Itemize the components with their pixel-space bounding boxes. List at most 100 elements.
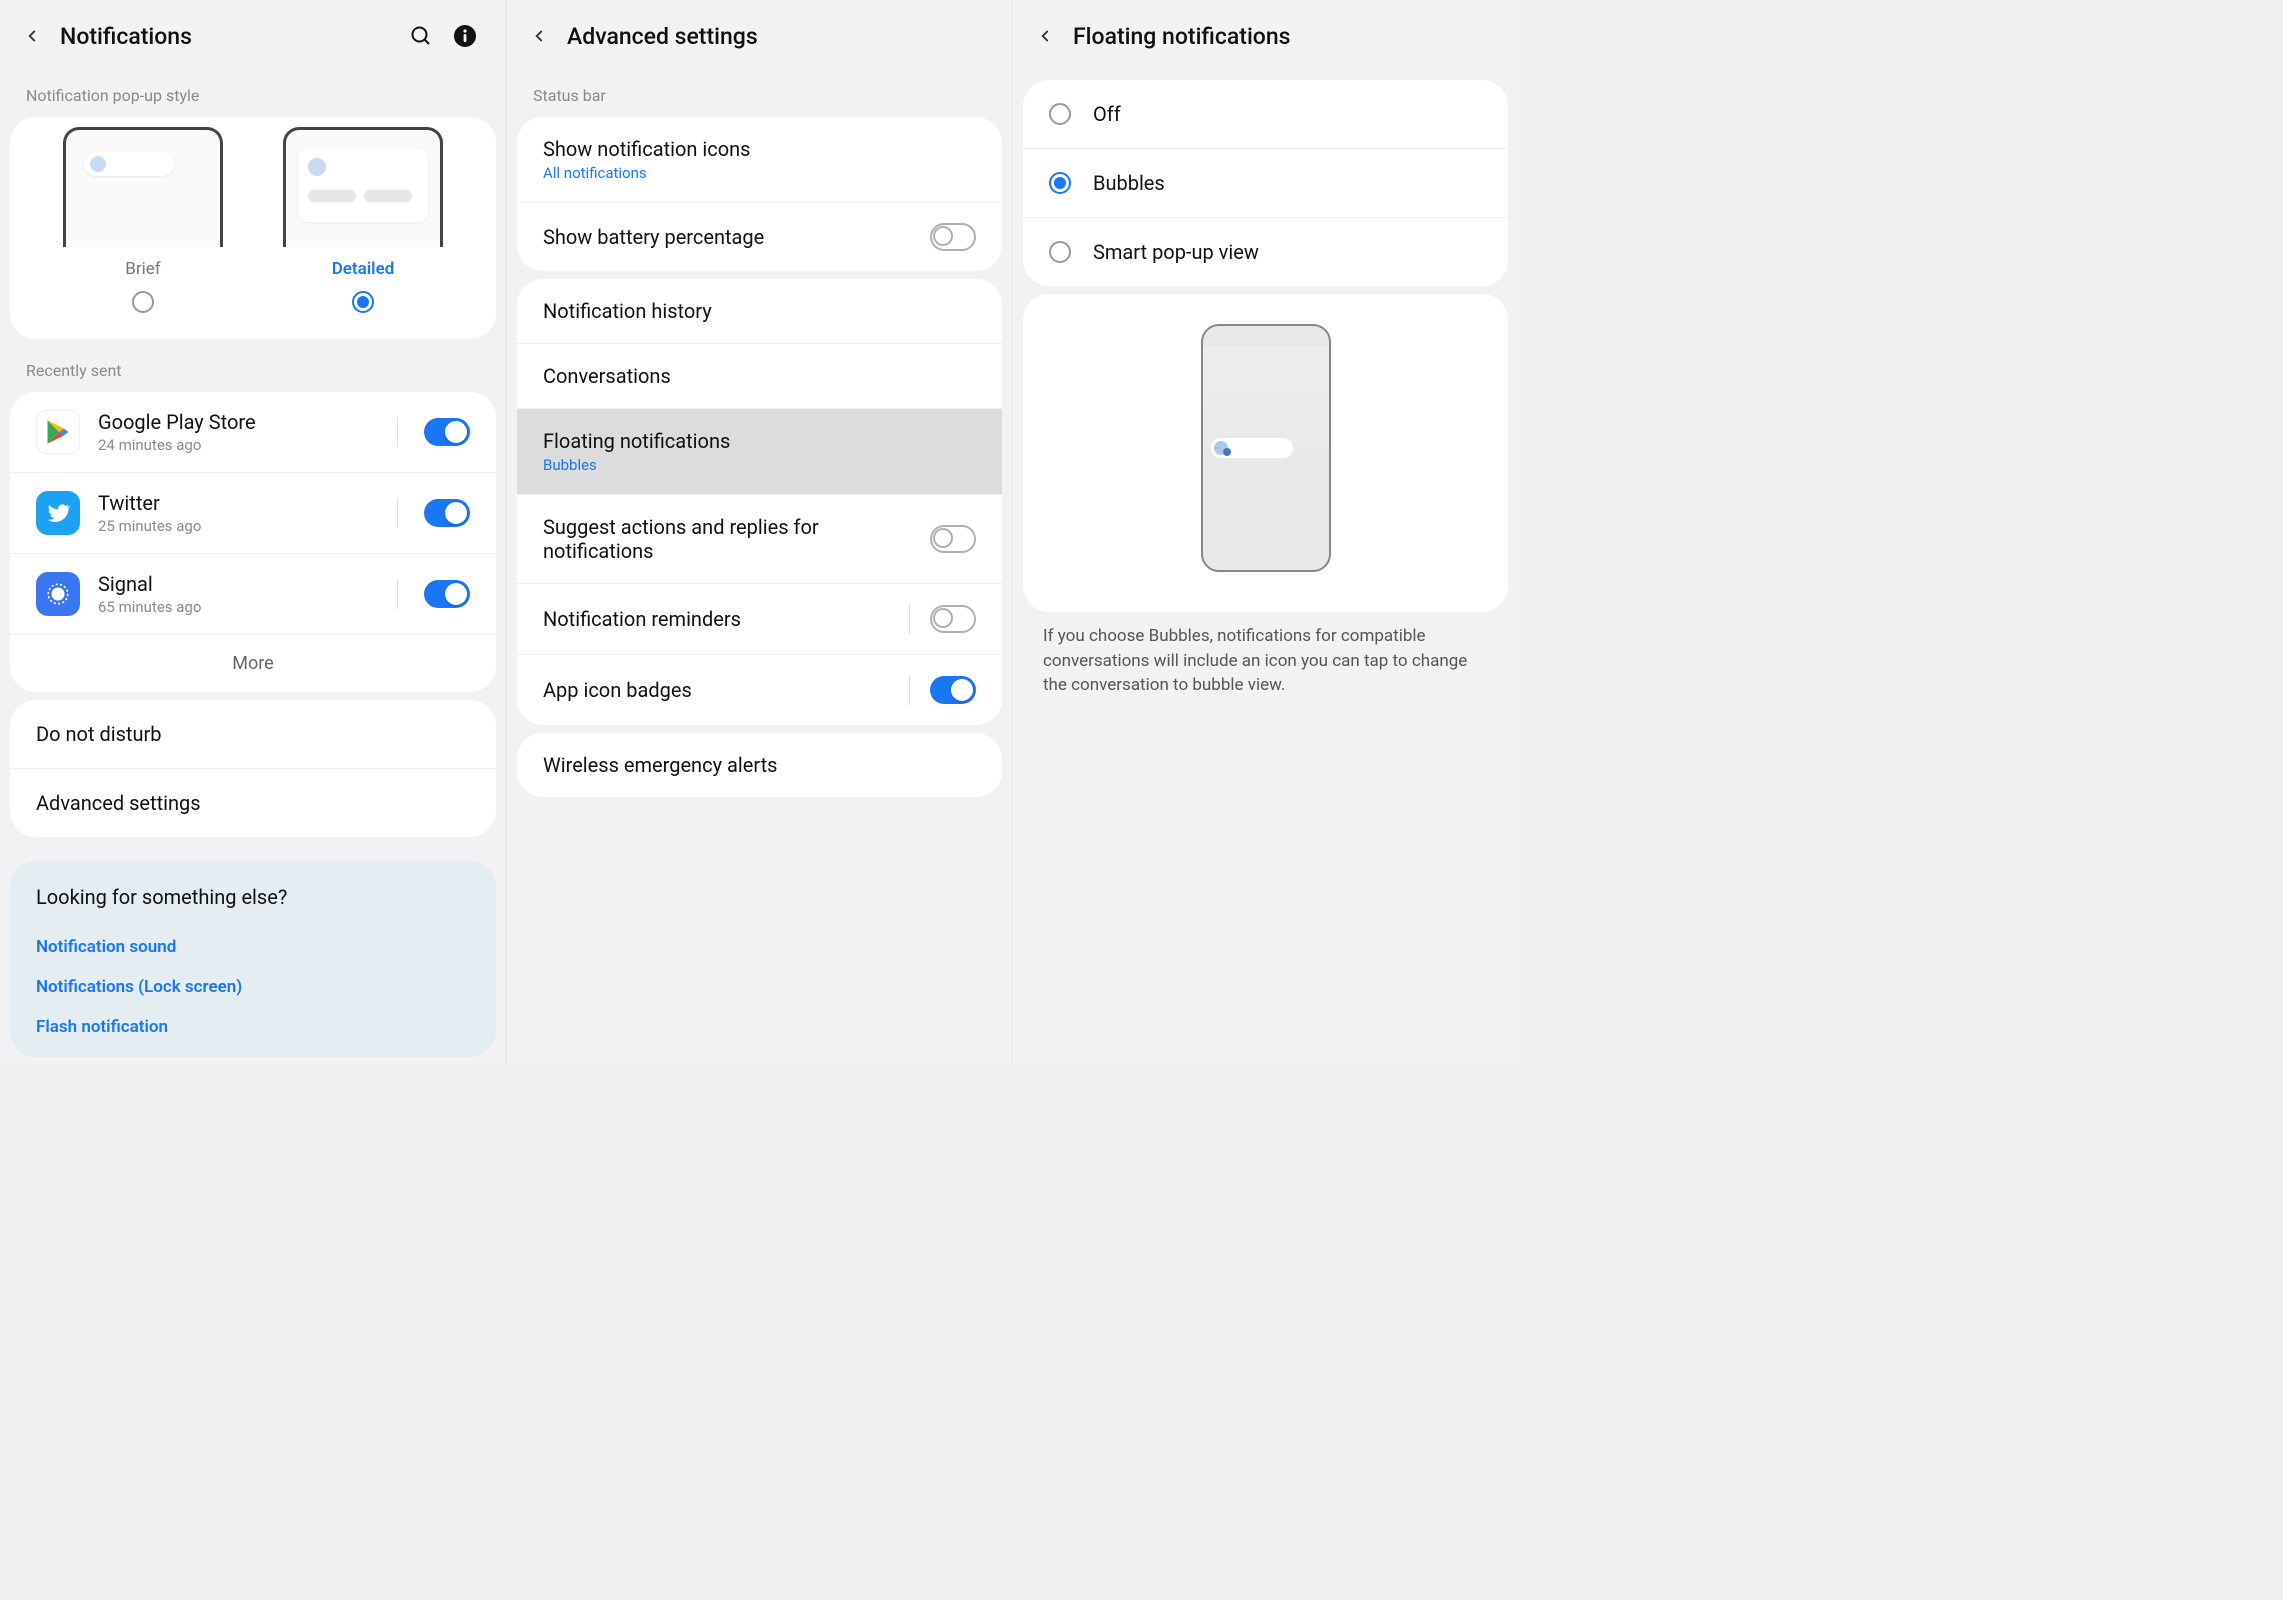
divider — [909, 675, 910, 705]
suggest-title: Looking for something else? — [36, 885, 470, 909]
row-emergency-alerts[interactable]: Wireless emergency alerts — [517, 733, 1002, 797]
app-info: Twitter 25 minutes ago — [98, 491, 379, 535]
brief-preview-icon — [63, 127, 223, 247]
row-do-not-disturb[interactable]: Do not disturb — [10, 700, 496, 769]
page-title: Advanced settings — [567, 23, 994, 50]
back-icon[interactable] — [525, 22, 553, 50]
popup-option-detailed[interactable]: Detailed — [283, 127, 443, 313]
header: Notifications — [0, 0, 506, 72]
toggle-reminders[interactable] — [930, 605, 976, 633]
divider — [397, 579, 398, 609]
back-icon[interactable] — [18, 22, 46, 50]
card-popup-style: Brief Detailed — [10, 117, 496, 339]
play-store-icon — [36, 410, 80, 454]
app-timestamp: 25 minutes ago — [98, 517, 379, 535]
suggest-link-sound[interactable]: Notification sound — [36, 927, 470, 967]
row-floating-notifications[interactable]: Floating notifications Bubbles — [517, 409, 1002, 495]
more-button[interactable]: More — [10, 635, 496, 692]
card-notification-options: Notification history Conversations Float… — [517, 279, 1002, 725]
panel-advanced-settings: Advanced settings Status bar Show notifi… — [506, 0, 1012, 1064]
card-status-bar: Show notification icons All notification… — [517, 117, 1002, 271]
card-bubble-options: Off Bubbles Smart pop-up view — [1023, 80, 1508, 286]
radio-label: Off — [1093, 102, 1121, 126]
section-recent-label: Recently sent — [0, 347, 506, 384]
radio-bubbles[interactable] — [1049, 172, 1071, 194]
search-icon[interactable] — [408, 23, 434, 49]
toggle-badges[interactable] — [930, 676, 976, 704]
description-text: If you choose Bubbles, notifications for… — [1013, 620, 1518, 702]
app-name: Google Play Store — [98, 410, 379, 434]
popup-option-label: Brief — [125, 259, 160, 279]
option-smart-popup[interactable]: Smart pop-up view — [1023, 218, 1508, 286]
app-row-signal[interactable]: Signal 65 minutes ago — [10, 554, 496, 635]
row-suggest-actions[interactable]: Suggest actions and replies for notifica… — [517, 495, 1002, 584]
popup-option-brief[interactable]: Brief — [63, 127, 223, 313]
radio-off[interactable] — [1049, 103, 1071, 125]
panel-floating-notifications: Floating notifications Off Bubbles Smart… — [1012, 0, 1518, 1064]
row-title: Conversations — [543, 364, 976, 388]
divider — [397, 417, 398, 447]
divider — [909, 604, 910, 634]
radio-label: Bubbles — [1093, 171, 1165, 195]
row-advanced-settings[interactable]: Advanced settings — [10, 769, 496, 837]
header-actions — [408, 23, 478, 49]
card-preview — [1023, 294, 1508, 612]
app-name: Twitter — [98, 491, 379, 515]
radio-smart-popup[interactable] — [1049, 241, 1071, 263]
preview-phone-icon — [1201, 324, 1331, 572]
toggle-twitter[interactable] — [424, 499, 470, 527]
radio-brief[interactable] — [132, 291, 154, 313]
detailed-preview-icon — [283, 127, 443, 247]
app-info: Signal 65 minutes ago — [98, 572, 379, 616]
card-emergency-alerts: Wireless emergency alerts — [517, 733, 1002, 797]
card-suggestions: Looking for something else? Notification… — [10, 861, 496, 1057]
option-off[interactable]: Off — [1023, 80, 1508, 149]
app-info: Google Play Store 24 minutes ago — [98, 410, 379, 454]
twitter-icon — [36, 491, 80, 535]
toggle-battery[interactable] — [930, 223, 976, 251]
page-title: Notifications — [60, 23, 394, 50]
row-title: Show battery percentage — [543, 225, 918, 249]
card-recent-apps: Google Play Store 24 minutes ago Twitter… — [10, 392, 496, 692]
row-title: Wireless emergency alerts — [543, 753, 976, 777]
info-icon[interactable] — [452, 23, 478, 49]
row-title: Suggest actions and replies for notifica… — [543, 515, 918, 563]
option-bubbles[interactable]: Bubbles — [1023, 149, 1508, 218]
app-row-twitter[interactable]: Twitter 25 minutes ago — [10, 473, 496, 554]
signal-icon — [36, 572, 80, 616]
row-history[interactable]: Notification history — [517, 279, 1002, 344]
card-extra-settings: Do not disturb Advanced settings — [10, 700, 496, 837]
header: Advanced settings — [507, 0, 1012, 72]
page-title: Floating notifications — [1073, 23, 1500, 50]
radio-label: Smart pop-up view — [1093, 240, 1259, 264]
row-badges[interactable]: App icon badges — [517, 655, 1002, 725]
panel-notifications: Notifications Notification pop-up style … — [0, 0, 506, 1064]
app-name: Signal — [98, 572, 379, 596]
radio-detailed[interactable] — [352, 291, 374, 313]
app-timestamp: 24 minutes ago — [98, 436, 379, 454]
back-icon[interactable] — [1031, 22, 1059, 50]
row-conversations[interactable]: Conversations — [517, 344, 1002, 409]
row-subtitle: Bubbles — [543, 456, 976, 474]
row-reminders[interactable]: Notification reminders — [517, 584, 1002, 655]
app-row-play-store[interactable]: Google Play Store 24 minutes ago — [10, 392, 496, 473]
row-title: Show notification icons — [543, 137, 976, 161]
header: Floating notifications — [1013, 0, 1518, 72]
suggest-link-lockscreen[interactable]: Notifications (Lock screen) — [36, 967, 470, 1007]
divider — [397, 498, 398, 528]
row-title: App icon badges — [543, 678, 897, 702]
toggle-signal[interactable] — [424, 580, 470, 608]
row-title: Notification history — [543, 299, 976, 323]
row-title: Notification reminders — [543, 607, 897, 631]
section-status-bar-label: Status bar — [507, 72, 1012, 109]
app-timestamp: 65 minutes ago — [98, 598, 379, 616]
toggle-suggest[interactable] — [930, 525, 976, 553]
section-popup-style-label: Notification pop-up style — [0, 72, 506, 109]
row-title: Floating notifications — [543, 429, 976, 453]
row-show-icons[interactable]: Show notification icons All notification… — [517, 117, 1002, 203]
row-subtitle: All notifications — [543, 164, 976, 182]
suggest-link-flash[interactable]: Flash notification — [36, 1007, 470, 1047]
toggle-play-store[interactable] — [424, 418, 470, 446]
popup-option-label: Detailed — [332, 259, 395, 279]
row-battery-percentage[interactable]: Show battery percentage — [517, 203, 1002, 271]
